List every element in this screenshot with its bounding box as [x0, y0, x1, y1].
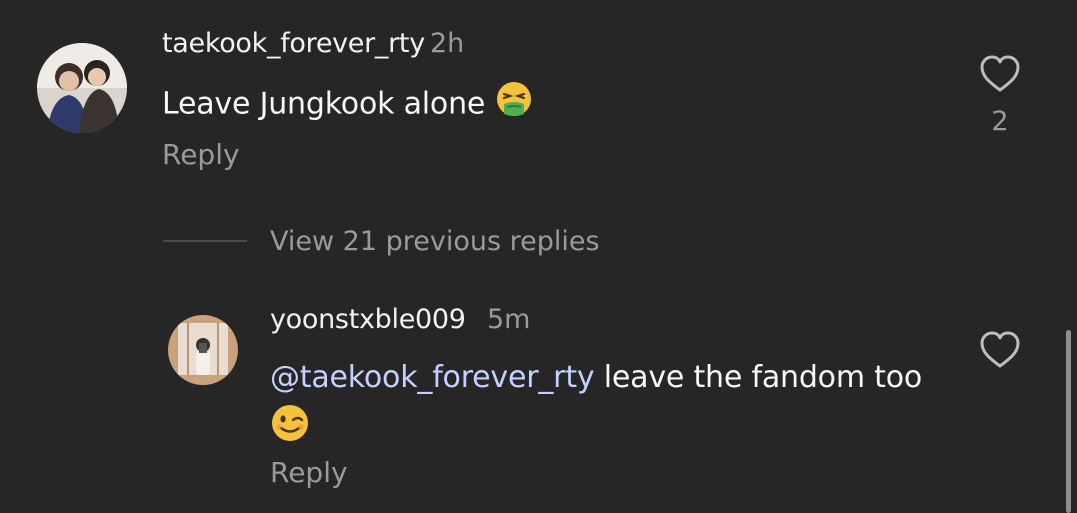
avatar-yoonstxble009[interactable]	[168, 315, 238, 385]
reply-text-body: leave the fandom too	[594, 360, 923, 395]
avatar-image	[168, 315, 238, 385]
reply-reply-button[interactable]: Reply	[270, 456, 348, 489]
comment-like-count: 2	[991, 106, 1009, 137]
comment-text-body: Leave Jungkook alone	[162, 86, 486, 122]
view-previous-replies-button[interactable]: View 21 previous replies	[270, 226, 600, 257]
reply-timestamp: 5m	[487, 304, 531, 335]
nauseated-face-icon	[495, 80, 533, 130]
comment-text: Leave Jungkook alone	[162, 80, 533, 130]
winking-face-icon	[270, 403, 310, 455]
reply-text: @taekook_forever_rty leave the fandom to…	[270, 357, 950, 455]
comment-reply-button[interactable]: Reply	[162, 138, 240, 171]
avatar-taekook-forever-rty[interactable]	[37, 43, 127, 133]
comment-timestamp: 2h	[430, 28, 465, 59]
avatar-image	[37, 43, 127, 133]
comment-like-heart-icon[interactable]	[979, 54, 1021, 94]
reply-like-heart-icon[interactable]	[979, 330, 1021, 370]
reply-mention-link[interactable]: @taekook_forever_rty	[270, 360, 595, 395]
replies-divider	[163, 240, 247, 242]
scrollbar-thumb[interactable]	[1066, 330, 1071, 513]
reply-username[interactable]: yoonstxble009	[270, 304, 466, 335]
comment-username[interactable]: taekook_forever_rty	[162, 28, 425, 59]
